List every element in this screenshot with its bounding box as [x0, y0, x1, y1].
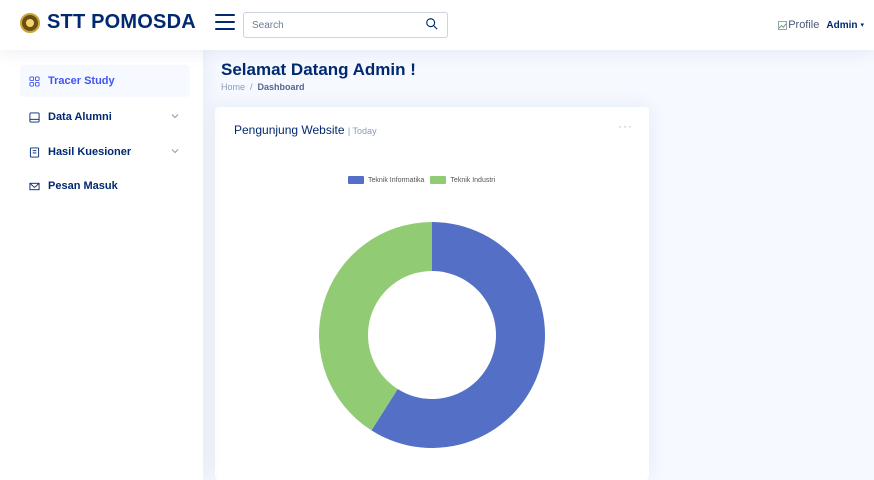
document-icon [28, 146, 40, 158]
sidebar: Tracer Study Data Alumni Hasil Kuesioner… [0, 50, 203, 480]
profile-image: Profile [778, 19, 819, 31]
sidebar-item-pesan-masuk[interactable]: Pesan Masuk [20, 170, 190, 202]
brand-name: STT POMOSDA [47, 11, 196, 33]
database-icon [28, 111, 40, 123]
sidebar-item-label: Pesan Masuk [48, 180, 118, 192]
breadcrumb-current: Dashboard [257, 82, 305, 92]
search-icon[interactable] [425, 17, 441, 33]
profile-name: Admin [826, 19, 858, 31]
page-title: Selamat Datang Admin ! [221, 60, 416, 79]
search-bar [243, 12, 448, 38]
profile-menu[interactable]: Profile Admin ▾ [778, 19, 864, 31]
menu-toggle-icon[interactable] [215, 14, 235, 32]
doughnut-chart [319, 222, 545, 448]
sidebar-item-label: Tracer Study [48, 75, 115, 87]
sidebar-item-tracer-study[interactable]: Tracer Study [20, 65, 190, 97]
visitor-chart-card: Pengunjung Website | Today ··· Teknik In… [215, 107, 649, 480]
logo-emblem-icon [20, 12, 40, 33]
chevron-down-icon: ▾ [860, 22, 864, 29]
chevron-down-icon [170, 146, 180, 156]
sidebar-item-label: Hasil Kuesioner [48, 146, 132, 158]
logo[interactable]: STT POMOSDA [20, 11, 196, 34]
envelope-icon [28, 180, 40, 192]
breadcrumb: Home / Dashboard [221, 82, 305, 92]
search-input[interactable] [244, 13, 424, 37]
header: STT POMOSDA Profile Admin ▾ [0, 0, 874, 50]
sidebar-item-hasil-kuesioner[interactable]: Hasil Kuesioner [20, 136, 190, 168]
grid-icon [28, 75, 40, 87]
chevron-down-icon [170, 111, 180, 121]
breadcrumb-separator: / [250, 82, 253, 92]
breadcrumb-home[interactable]: Home [221, 82, 245, 92]
sidebar-item-label: Data Alumni [48, 111, 112, 123]
broken-image-icon [778, 20, 788, 30]
sidebar-item-data-alumni[interactable]: Data Alumni [20, 101, 190, 133]
profile-image-alt: Profile [788, 19, 820, 31]
